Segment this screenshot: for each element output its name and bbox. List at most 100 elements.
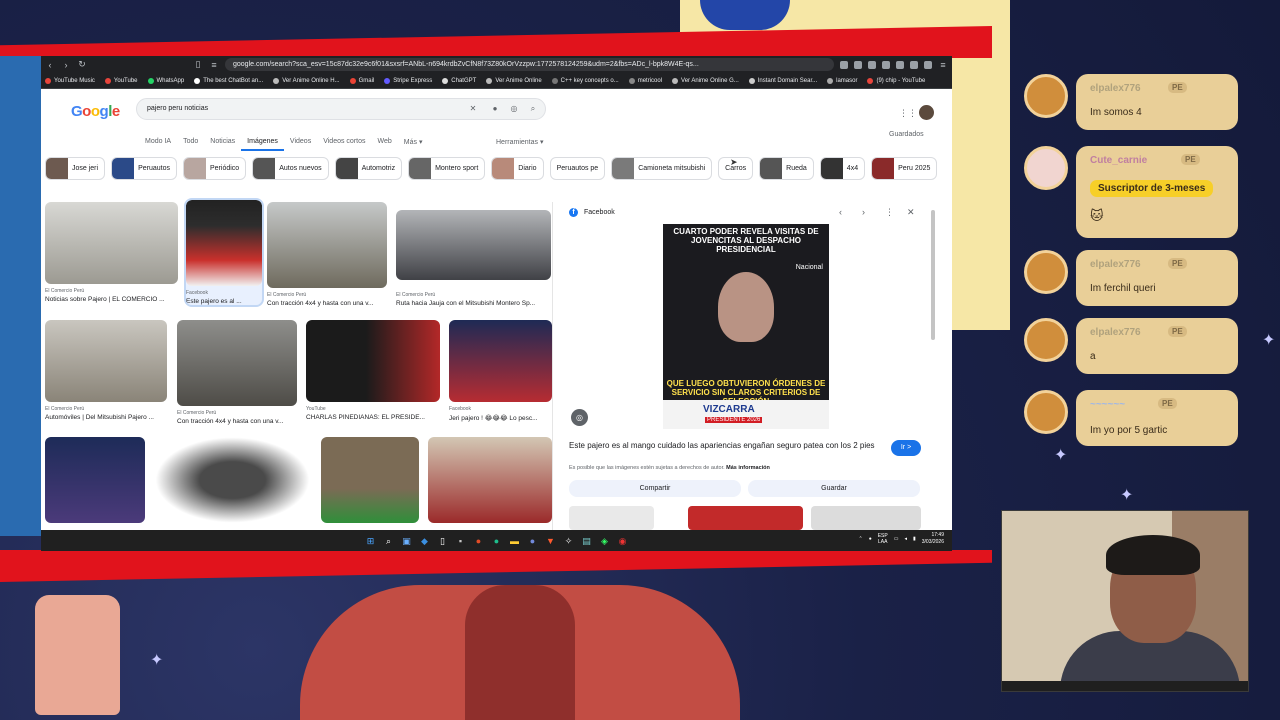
image-result[interactable]: El Comercio Perú Noticias sobre Pajero |… (45, 202, 178, 303)
next-icon[interactable]: › (862, 207, 865, 217)
tools-button[interactable]: Herramientas ▾ (496, 138, 543, 146)
chip[interactable]: Jose jeri (45, 156, 106, 180)
related-image[interactable] (569, 506, 654, 530)
preview-title[interactable]: Este pajero es al mango cuidado las apar… (569, 440, 884, 451)
app-icon[interactable]: ▪ (456, 536, 466, 546)
image-result[interactable]: El Comercio Perú Con tracción 4x4 y hast… (267, 202, 387, 307)
bookmark-item[interactable]: Gmail (349, 77, 374, 84)
extension-icon[interactable] (924, 60, 932, 69)
reload-icon[interactable]: ↻ (77, 59, 87, 70)
bookmark-item[interactable]: Instant Domain Sear... (748, 77, 817, 84)
chip[interactable]: Camioneta mitsubishi (611, 156, 713, 180)
close-icon[interactable]: ✕ (907, 207, 915, 218)
prev-icon[interactable]: ‹ (839, 207, 842, 217)
windows-start-icon[interactable]: ⊞ (366, 536, 376, 546)
chip[interactable]: Periódico (183, 156, 247, 180)
battery-icon[interactable]: ▮ (913, 536, 916, 542)
extension-icon[interactable] (840, 60, 848, 69)
clear-icon[interactable]: ✕ (467, 103, 479, 115)
discord-icon[interactable]: ● (528, 536, 538, 546)
bookmark-item[interactable]: WhatsApp (147, 77, 184, 84)
extension-icon[interactable] (910, 60, 918, 69)
tab-videos[interactable]: Videos (284, 134, 317, 151)
bookmark-item[interactable]: The best ChatBot an... (194, 77, 263, 84)
tab-modo-ia[interactable]: Modo IA (139, 134, 177, 151)
image-result-selected[interactable]: Facebook Este pajero es al ... (184, 198, 264, 307)
search-input[interactable]: pajero peru noticias ✕ ● ◎ ⌕ (136, 98, 546, 120)
menu-icon[interactable]: ≡ (938, 60, 948, 70)
chip[interactable]: 4x4 (819, 156, 866, 180)
language-indicator[interactable]: ESP LAA (878, 533, 888, 545)
lens-icon[interactable]: ◎ (508, 103, 520, 115)
app-icon[interactable]: ▤ (582, 536, 592, 546)
bookmark-item[interactable]: (9) chip - YouTube (867, 77, 925, 84)
image-result[interactable] (45, 437, 145, 523)
vscode-icon[interactable]: ◆ (420, 536, 430, 546)
file-icon[interactable]: ▯ (438, 536, 448, 546)
search-icon[interactable]: ⌕ (384, 536, 394, 546)
chip[interactable]: Rueda (759, 156, 814, 180)
bookmark-item[interactable]: ChatGPT (442, 77, 476, 84)
tune-icon[interactable]: ≡ (209, 60, 219, 70)
edge-icon[interactable]: ● (492, 536, 502, 546)
image-result[interactable]: Facebook Jeri pajero ! 😂😂😂 Lo pesc... (449, 320, 552, 422)
extension-icon[interactable] (896, 60, 904, 69)
folder-icon[interactable]: ▬ (510, 536, 520, 546)
search-icon[interactable]: ⌕ (527, 103, 539, 115)
chip[interactable]: Automotriz (334, 156, 403, 180)
brave-icon[interactable]: ▼ (546, 536, 556, 546)
tab-todo[interactable]: Todo (177, 134, 204, 151)
tab-noticias[interactable]: Noticias (204, 134, 241, 151)
bookmark-item[interactable]: Ver Anime Online G... (672, 77, 739, 84)
mic-icon[interactable]: ● (869, 536, 872, 542)
chip[interactable]: Montero sport (408, 156, 486, 180)
back-icon[interactable]: ‹ (45, 60, 55, 70)
preview-source[interactable]: f Facebook (569, 208, 615, 217)
chrome-icon[interactable]: ◉ (618, 536, 628, 546)
bookmark-item[interactable]: YouTube Music (45, 77, 95, 84)
chip[interactable]: Autos nuevos (252, 156, 329, 180)
google-logo[interactable]: Google (71, 103, 120, 120)
image-result[interactable]: El Comercio Perú Con tracción 4x4 y hast… (177, 320, 297, 425)
extension-icon[interactable] (882, 60, 890, 69)
related-image[interactable] (688, 506, 803, 530)
saved-button[interactable]: Guardados (889, 131, 924, 138)
save-button[interactable]: Guardar (748, 480, 920, 497)
explorer-icon[interactable]: ▣ (402, 536, 412, 546)
bookmark-item[interactable]: lamasor (827, 77, 857, 84)
image-result[interactable] (428, 437, 552, 523)
network-icon[interactable]: ▭ (894, 536, 899, 542)
apps-grid-icon[interactable]: ⋮⋮ (899, 108, 917, 118)
clock[interactable]: 17:49 3/03/2026 (922, 532, 944, 546)
more-icon[interactable]: ⋮ (885, 207, 894, 218)
scrollbar[interactable] (931, 210, 935, 340)
volume-icon[interactable]: ◂ (904, 536, 907, 542)
app-icon[interactable]: ● (474, 536, 484, 546)
image-result[interactable]: YouTube CHARLAS PINEDIANAS: EL PRESIDE..… (306, 320, 440, 421)
address-bar[interactable]: google.com/search?sca_esv=15c87dc32e9c6f… (225, 58, 834, 71)
image-result[interactable]: El Comercio Perú Ruta hacia Jauja con el… (396, 210, 551, 307)
chip[interactable]: Peruautos pe (549, 156, 606, 180)
avatar[interactable] (919, 105, 934, 120)
bookmark-item[interactable]: Stripe Express (384, 77, 432, 84)
chip[interactable]: Diario (491, 156, 544, 180)
image-result[interactable] (321, 437, 419, 523)
app-icon[interactable]: ✧ (564, 536, 574, 546)
search-query[interactable]: pajero peru noticias (147, 105, 208, 112)
chip[interactable]: Peru 2025 (871, 156, 938, 180)
mic-icon[interactable]: ● (489, 103, 501, 115)
chevron-up-icon[interactable]: ⌃ (858, 536, 862, 542)
extension-icon[interactable] (868, 60, 876, 69)
image-result[interactable] (155, 437, 310, 523)
bookmark-icon[interactable]: ▯ (193, 59, 203, 70)
image-result[interactable]: El Comercio Perú Automóviles | Del Mitsu… (45, 320, 167, 421)
bookmark-item[interactable]: C++ key concepts o... (551, 77, 619, 84)
visit-button[interactable]: Ir > (891, 440, 921, 456)
tab-videos-cortos[interactable]: Videos cortos (317, 134, 371, 151)
bookmark-item[interactable]: YouTube (104, 77, 138, 84)
tab-imagenes[interactable]: Imágenes (241, 134, 284, 151)
related-image[interactable] (811, 506, 921, 530)
tab-mas[interactable]: Más ▾ (398, 134, 429, 151)
app-icon[interactable]: ◈ (600, 536, 610, 546)
bookmark-item[interactable]: Ver Anime Online H... (273, 77, 340, 84)
